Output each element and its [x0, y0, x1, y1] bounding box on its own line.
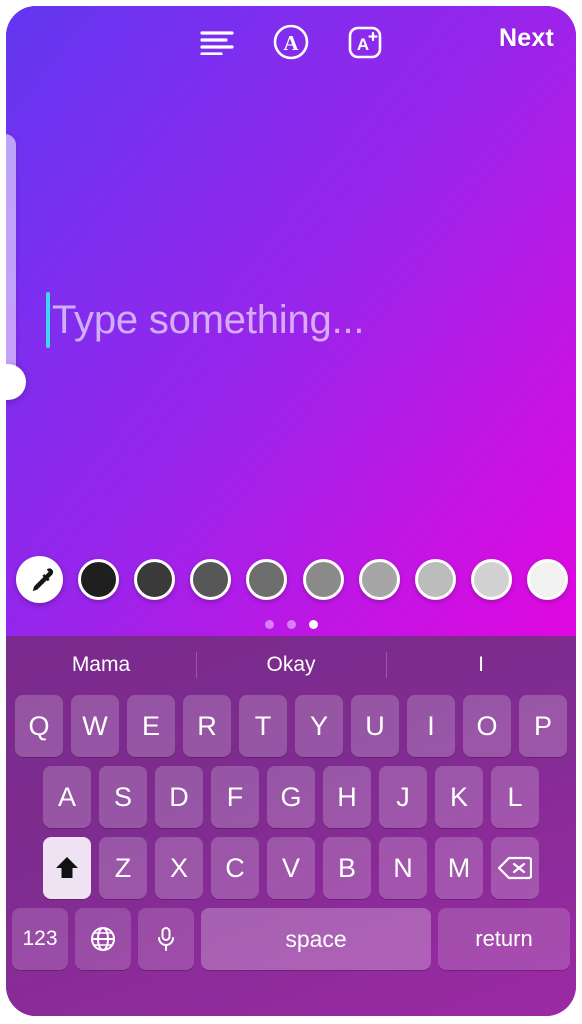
suggestion-item[interactable]: Okay — [196, 653, 386, 677]
svg-text:A: A — [357, 35, 369, 54]
key-z[interactable]: Z — [99, 837, 147, 899]
palette-page-dots — [6, 620, 576, 629]
key-s[interactable]: S — [99, 766, 147, 828]
key-h[interactable]: H — [323, 766, 371, 828]
key-n[interactable]: N — [379, 837, 427, 899]
text-placeholder: Type something... — [52, 297, 365, 342]
key-f[interactable]: F — [211, 766, 259, 828]
numbers-key[interactable]: 123 — [12, 908, 68, 970]
next-button[interactable]: Next — [499, 24, 554, 53]
key-p[interactable]: P — [519, 695, 567, 757]
suggestion-bar: Mama Okay I — [6, 636, 576, 693]
story-canvas[interactable]: A A Next Type something... — [6, 6, 576, 636]
key-r[interactable]: R — [183, 695, 231, 757]
page-dot[interactable] — [308, 620, 318, 629]
key-i[interactable]: I — [407, 695, 455, 757]
key-y[interactable]: Y — [295, 695, 343, 757]
globe-icon[interactable] — [75, 908, 131, 970]
page-dot[interactable] — [286, 620, 296, 629]
suggestion-item[interactable]: Mama — [6, 653, 196, 677]
key-l[interactable]: L — [491, 766, 539, 828]
color-swatch[interactable] — [526, 559, 568, 600]
color-swatch[interactable] — [134, 559, 176, 600]
return-key[interactable]: return — [438, 908, 570, 970]
shift-key[interactable] — [43, 837, 91, 899]
text-align-left-icon[interactable] — [194, 19, 240, 65]
key-k[interactable]: K — [435, 766, 483, 828]
text-caret — [46, 292, 50, 348]
svg-text:A: A — [283, 31, 299, 55]
key-a[interactable]: A — [43, 766, 91, 828]
font-size-slider-track[interactable] — [6, 134, 16, 396]
color-swatch[interactable] — [414, 559, 456, 600]
editor-toolbar: A A Next — [6, 6, 576, 78]
microphone-icon[interactable] — [138, 908, 194, 970]
space-key[interactable]: space — [201, 908, 431, 970]
key-b[interactable]: B — [323, 837, 371, 899]
key-m[interactable]: M — [435, 837, 483, 899]
key-j[interactable]: J — [379, 766, 427, 828]
key-w[interactable]: W — [71, 695, 119, 757]
keyboard-row-3: Z X C V B N M — [6, 837, 576, 899]
color-swatch[interactable] — [78, 559, 120, 600]
key-d[interactable]: D — [155, 766, 203, 828]
phone-screen: A A Next Type something... Mama Okay I Q… — [6, 6, 576, 1016]
key-v[interactable]: V — [267, 837, 315, 899]
color-swatch[interactable] — [190, 559, 232, 600]
color-swatch[interactable] — [302, 559, 344, 600]
keyboard-row-2: A S D F G H J K L — [6, 766, 576, 828]
phone-frame: A A Next Type something... Mama Okay I Q… — [0, 0, 582, 1024]
backspace-key[interactable] — [491, 837, 539, 899]
key-e[interactable]: E — [127, 695, 175, 757]
color-swatch[interactable] — [246, 559, 288, 600]
color-swatch[interactable] — [358, 559, 400, 600]
color-swatch-row — [16, 556, 568, 603]
key-q[interactable]: Q — [15, 695, 63, 757]
keyboard-row-1: Q W E R T Y U I O P — [6, 695, 576, 757]
text-effects-a-plus-icon[interactable]: A — [342, 19, 388, 65]
eyedropper-icon[interactable] — [16, 556, 63, 603]
key-o[interactable]: O — [463, 695, 511, 757]
key-c[interactable]: C — [211, 837, 259, 899]
key-g[interactable]: G — [267, 766, 315, 828]
on-screen-keyboard: Mama Okay I Q W E R T Y U I O P A S D F — [6, 636, 576, 1016]
text-style-circle-a-icon[interactable]: A — [268, 19, 314, 65]
color-swatch[interactable] — [470, 559, 512, 600]
font-size-slider-handle[interactable] — [6, 364, 26, 400]
keyboard-row-4: 123 space return — [6, 908, 576, 970]
suggestion-item[interactable]: I — [386, 653, 576, 677]
key-u[interactable]: U — [351, 695, 399, 757]
key-x[interactable]: X — [155, 837, 203, 899]
key-t[interactable]: T — [239, 695, 287, 757]
color-palette — [6, 554, 576, 636]
story-text-input[interactable]: Type something... — [46, 292, 365, 348]
page-dot[interactable] — [264, 620, 274, 629]
